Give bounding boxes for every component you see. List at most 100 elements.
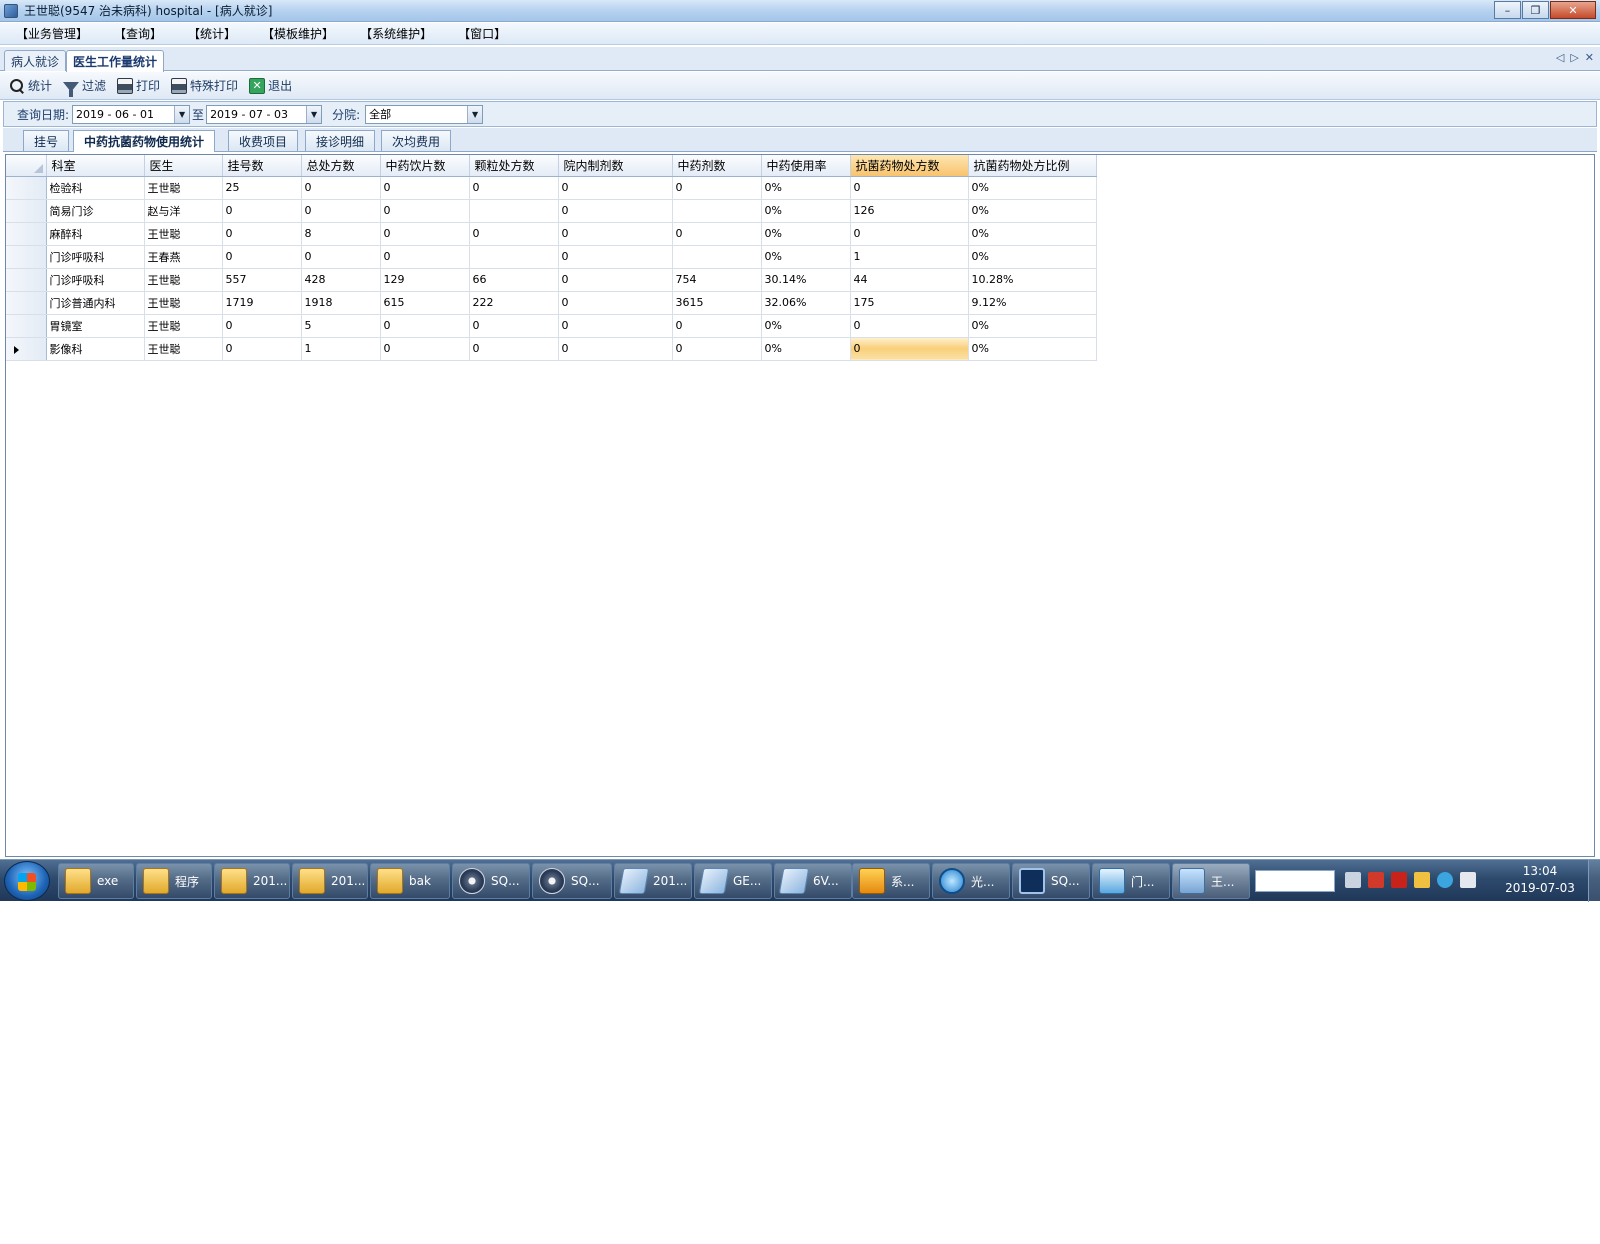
taskbar-item[interactable]: 6V... bbox=[774, 863, 852, 899]
col-header-tcm-usage-rate[interactable]: 中药使用率 bbox=[761, 155, 851, 177]
row-header[interactable] bbox=[6, 291, 47, 315]
cell-tcm-pieces[interactable]: 129 bbox=[380, 268, 470, 292]
cell-department[interactable]: 胃镜室 bbox=[46, 314, 145, 338]
cell-granule-prescriptions[interactable] bbox=[469, 245, 559, 269]
cell-antibiotic-ratio[interactable]: 9.12% bbox=[968, 291, 1097, 315]
search-tray-icon[interactable] bbox=[1437, 872, 1453, 888]
cell-antibiotic-ratio[interactable]: 0% bbox=[968, 314, 1097, 338]
cell-tcm-pieces[interactable]: 0 bbox=[380, 337, 470, 361]
taskbar-item[interactable]: 201... bbox=[214, 863, 290, 899]
cell-antibiotic-prescriptions[interactable]: 44 bbox=[850, 268, 969, 292]
cell-doctor[interactable]: 王世聪 bbox=[144, 291, 223, 315]
tab-charge-items[interactable]: 收费项目 bbox=[228, 130, 299, 151]
cell-department[interactable]: 门诊呼吸科 bbox=[46, 268, 145, 292]
cell-tcm-pieces[interactable]: 0 bbox=[380, 314, 470, 338]
cell-granule-prescriptions[interactable] bbox=[469, 199, 559, 223]
cell-inhouse-preparations[interactable]: 0 bbox=[558, 245, 673, 269]
security-icon[interactable] bbox=[1368, 872, 1384, 888]
cell-tcm-doses[interactable]: 0 bbox=[672, 337, 762, 361]
cell-tcm-usage-rate[interactable]: 0% bbox=[761, 199, 851, 223]
cell-tcm-usage-rate[interactable]: 0% bbox=[761, 245, 851, 269]
cell-inhouse-preparations[interactable]: 0 bbox=[558, 337, 673, 361]
cell-registrations[interactable]: 0 bbox=[222, 222, 302, 246]
cell-department[interactable]: 门诊普通内科 bbox=[46, 291, 145, 315]
col-header-doctor[interactable]: 医生 bbox=[144, 155, 223, 177]
cell-total-prescriptions[interactable]: 0 bbox=[301, 176, 381, 200]
cell-tcm-doses[interactable] bbox=[672, 245, 762, 269]
taskbar-item[interactable]: SQ... bbox=[452, 863, 530, 899]
tab-tcm-antibiotic-stats[interactable]: 中药抗菌药物使用统计 bbox=[73, 130, 216, 152]
taskbar-item[interactable]: 201... bbox=[614, 863, 692, 899]
filter-button[interactable]: 过滤 bbox=[61, 77, 108, 97]
row-header[interactable] bbox=[6, 337, 47, 361]
row-header[interactable] bbox=[6, 268, 47, 292]
start-button[interactable] bbox=[4, 861, 50, 901]
row-header[interactable] bbox=[6, 245, 47, 269]
table-row[interactable]: 检验科 王世聪 25 0 0 0 0 0 0% 0 0% bbox=[6, 176, 1097, 200]
col-header-inhouse-preparations[interactable]: 院内制剂数 bbox=[558, 155, 673, 177]
cell-registrations[interactable]: 0 bbox=[222, 337, 302, 361]
cell-tcm-doses[interactable]: 3615 bbox=[672, 291, 762, 315]
cell-tcm-pieces[interactable]: 0 bbox=[380, 245, 470, 269]
date-to-picker[interactable]: 2019 - 07 - 03 ▼ bbox=[206, 104, 323, 124]
print-button[interactable]: 打印 bbox=[115, 77, 162, 94]
cell-antibiotic-prescriptions[interactable]: 0 bbox=[850, 337, 969, 361]
cell-total-prescriptions[interactable]: 1 bbox=[301, 337, 381, 361]
menu-template[interactable]: 【模板维护】 bbox=[252, 25, 344, 42]
cell-registrations[interactable]: 1719 bbox=[222, 291, 302, 315]
taskbar-item[interactable]: 王... bbox=[1172, 863, 1250, 899]
cell-doctor[interactable]: 王世聪 bbox=[144, 337, 223, 361]
taskbar-item[interactable]: 201... bbox=[292, 863, 368, 899]
cell-department[interactable]: 检验科 bbox=[46, 176, 145, 200]
cell-doctor[interactable]: 王世聪 bbox=[144, 314, 223, 338]
show-desktop-button[interactable] bbox=[1588, 860, 1600, 902]
close-button[interactable]: ✕ bbox=[1550, 1, 1596, 19]
cell-registrations[interactable]: 25 bbox=[222, 176, 302, 200]
cell-registrations[interactable]: 0 bbox=[222, 245, 302, 269]
taskbar-item[interactable]: 程序 bbox=[136, 863, 212, 899]
table-row[interactable]: 简易门诊 赵与洋 0 0 0 0 0% 126 0% bbox=[6, 199, 1097, 223]
cell-tcm-doses[interactable]: 754 bbox=[672, 268, 762, 292]
cell-antibiotic-prescriptions[interactable]: 0 bbox=[850, 222, 969, 246]
cell-total-prescriptions[interactable]: 8 bbox=[301, 222, 381, 246]
cell-tcm-pieces[interactable]: 0 bbox=[380, 199, 470, 223]
cell-antibiotic-ratio[interactable]: 0% bbox=[968, 176, 1097, 200]
maximize-button[interactable]: ❐ bbox=[1522, 1, 1549, 19]
taskbar-item[interactable]: 系... bbox=[852, 863, 930, 899]
menu-system[interactable]: 【系统维护】 bbox=[350, 25, 442, 42]
doc-tab-patient-visit[interactable]: 病人就诊 bbox=[4, 50, 67, 71]
col-header-granule-prescriptions[interactable]: 颗粒处方数 bbox=[469, 155, 559, 177]
cell-antibiotic-prescriptions[interactable]: 175 bbox=[850, 291, 969, 315]
table-row[interactable]: 门诊呼吸科 王春燕 0 0 0 0 0% 1 0% bbox=[6, 245, 1097, 269]
cell-registrations[interactable]: 557 bbox=[222, 268, 302, 292]
branch-select[interactable]: 全部 ▼ bbox=[365, 104, 484, 124]
col-header-antibiotic-prescriptions[interactable]: 抗菌药物处方数 bbox=[850, 155, 969, 177]
taskbar-item[interactable]: 光... bbox=[932, 863, 1010, 899]
cell-inhouse-preparations[interactable]: 0 bbox=[558, 176, 673, 200]
col-header-tcm-doses[interactable]: 中药剂数 bbox=[672, 155, 762, 177]
cell-tcm-doses[interactable]: 0 bbox=[672, 222, 762, 246]
menu-query[interactable]: 【查询】 bbox=[104, 25, 172, 42]
tab-registration[interactable]: 挂号 bbox=[23, 130, 70, 151]
row-header[interactable] bbox=[6, 199, 47, 223]
row-header[interactable] bbox=[6, 176, 47, 200]
menu-business[interactable]: 【业务管理】 bbox=[6, 25, 98, 42]
cell-tcm-usage-rate[interactable]: 0% bbox=[761, 337, 851, 361]
cell-doctor[interactable]: 赵与洋 bbox=[144, 199, 223, 223]
network-icon[interactable] bbox=[1414, 872, 1430, 888]
tab-next-icon[interactable]: ▷ bbox=[1570, 51, 1578, 64]
row-header[interactable] bbox=[6, 314, 47, 338]
date-from-picker[interactable]: 2019 - 06 - 01 ▼ bbox=[72, 104, 191, 124]
tab-close-icon[interactable]: ✕ bbox=[1585, 51, 1594, 64]
ime-input-box[interactable] bbox=[1255, 870, 1335, 892]
cell-tcm-pieces[interactable]: 0 bbox=[380, 176, 470, 200]
cell-department[interactable]: 简易门诊 bbox=[46, 199, 145, 223]
cell-tcm-usage-rate[interactable]: 32.06% bbox=[761, 291, 851, 315]
cell-inhouse-preparations[interactable]: 0 bbox=[558, 199, 673, 223]
cell-granule-prescriptions[interactable]: 0 bbox=[469, 337, 559, 361]
chevron-down-icon[interactable]: ▼ bbox=[306, 105, 322, 123]
col-header-total-prescriptions[interactable]: 总处方数 bbox=[301, 155, 381, 177]
cell-inhouse-preparations[interactable]: 0 bbox=[558, 222, 673, 246]
volume-icon[interactable] bbox=[1460, 872, 1476, 888]
doc-tab-doctor-workload[interactable]: 医生工作量统计 bbox=[66, 50, 165, 72]
